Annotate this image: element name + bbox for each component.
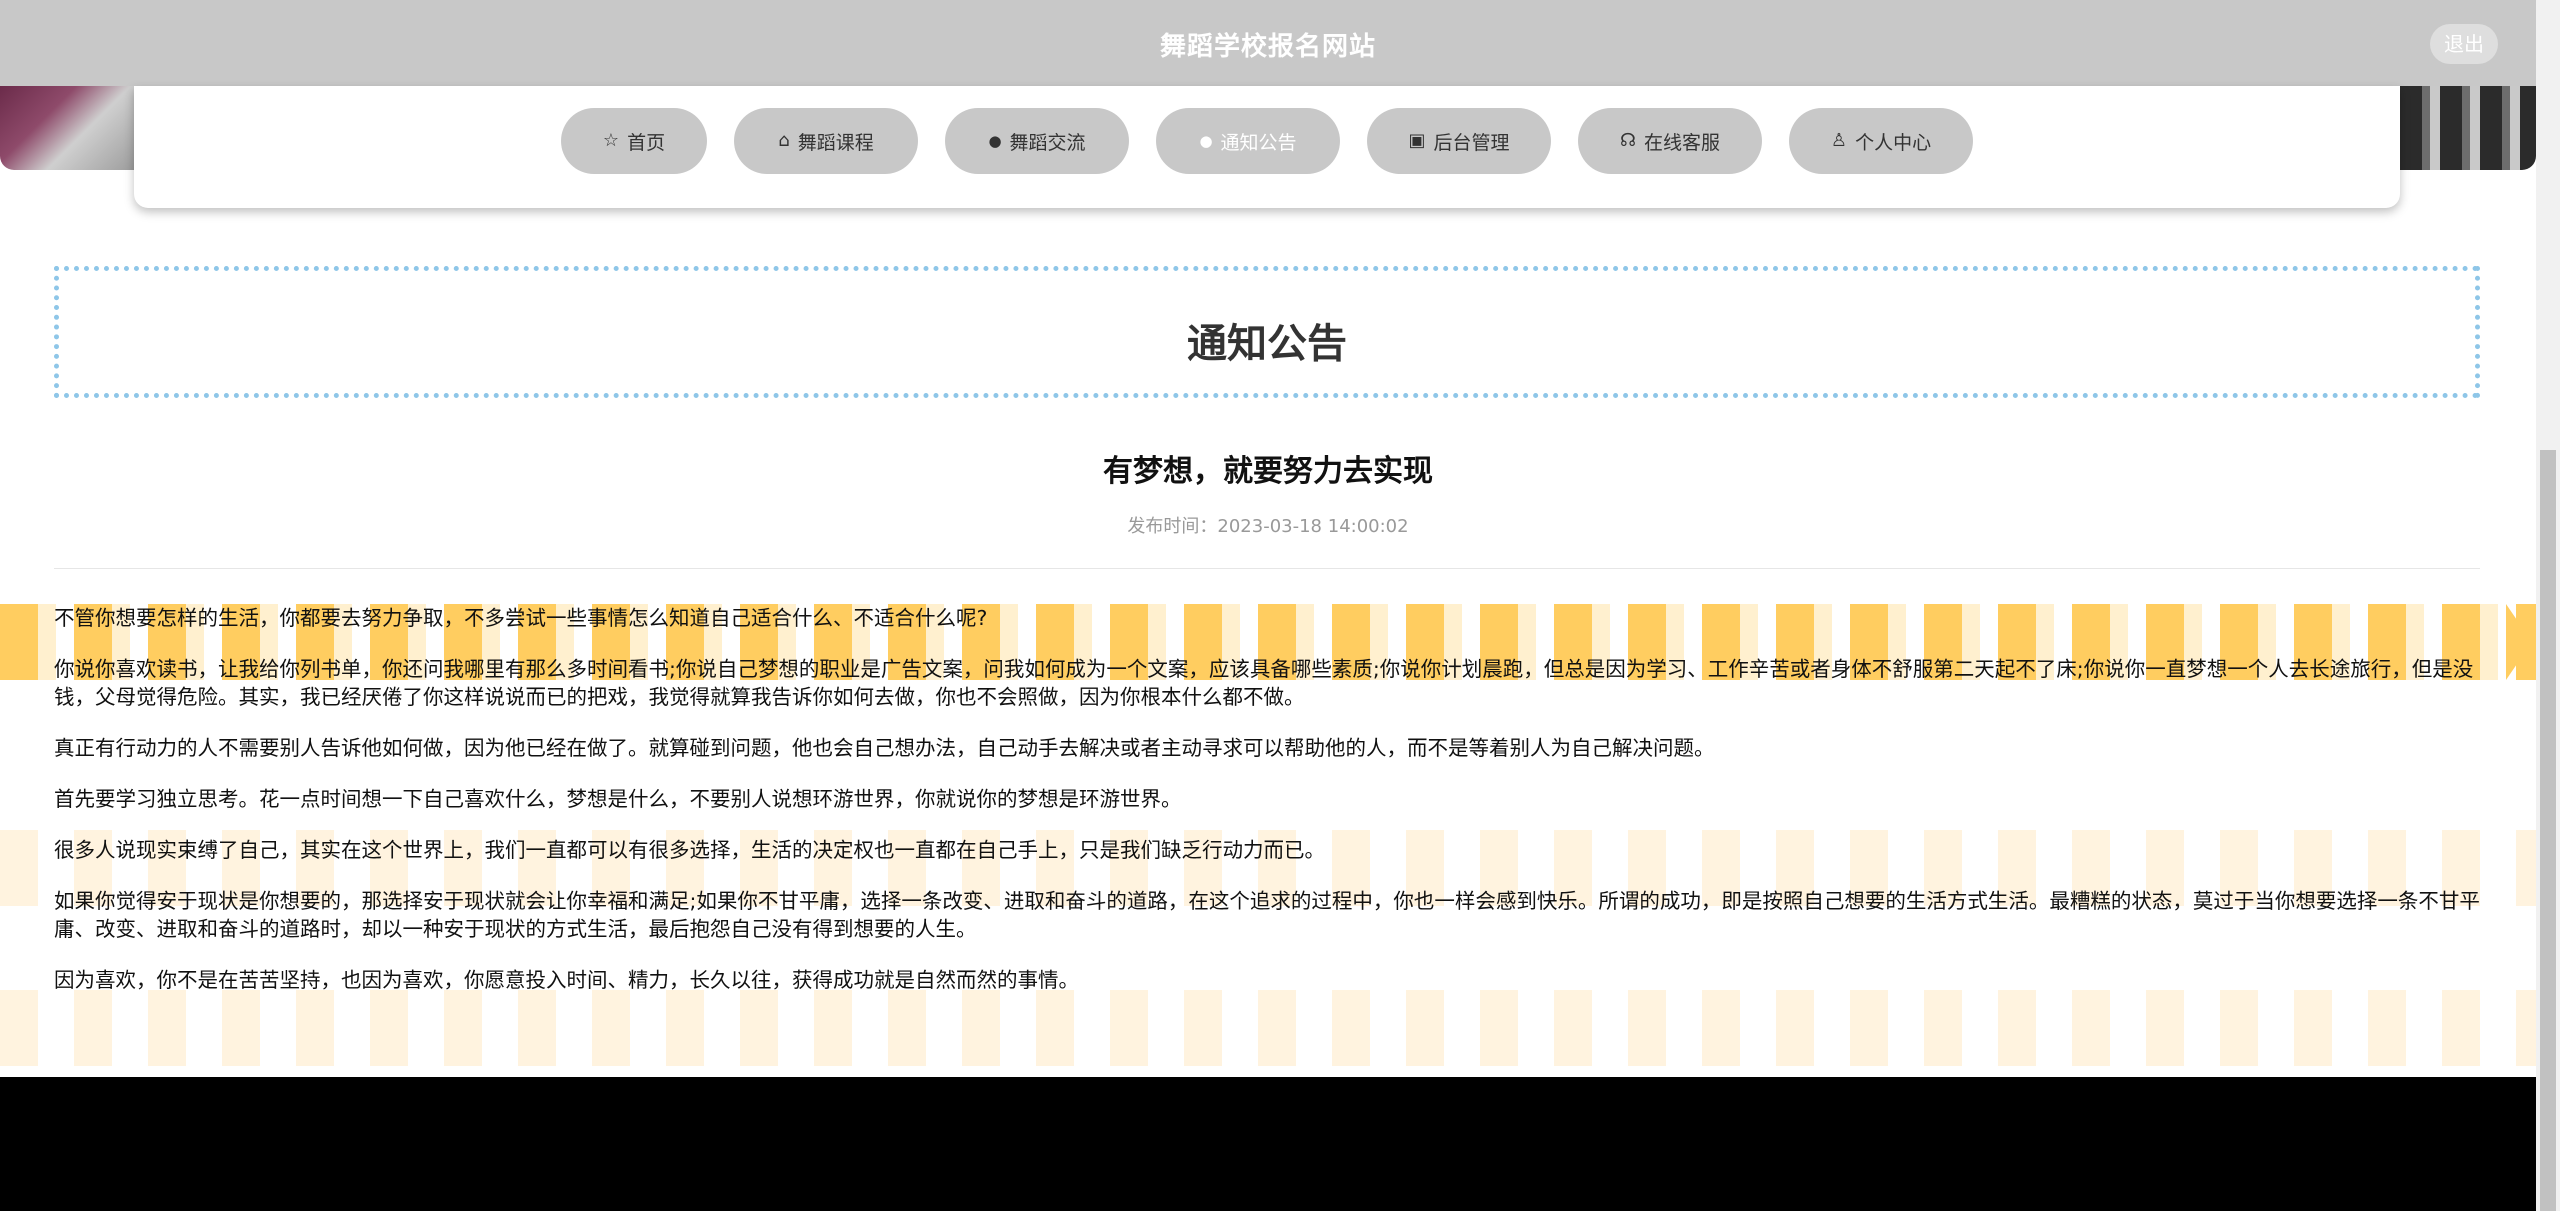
nav-item-label: 在线客服 bbox=[1643, 131, 1720, 154]
main-nav: ☆ 首页 ⌂ 舞蹈课程 ● 舞蹈交流 ● 通知公告 ▣ 后台管理 ☊ 在线客服 … bbox=[134, 108, 2400, 174]
page-heading-box: 通知公告 bbox=[54, 266, 2480, 398]
banner-image-right bbox=[2400, 86, 2536, 170]
top-bar: 舞蹈学校报名网站 退出 bbox=[0, 0, 2536, 87]
article-paragraph: 很多人说现实束缚了自己，其实在这个世界上，我们一直都可以有很多选择，生活的决定权… bbox=[54, 838, 1325, 862]
banner-image-left bbox=[0, 86, 134, 170]
page-footer-blank bbox=[0, 1077, 2536, 1211]
info-circle-icon: ● bbox=[988, 131, 1002, 150]
article-body: 不管你想要怎样的生活，你都要去努力争取，不多尝试一些事情怎么知道自己适合什么、不… bbox=[54, 604, 2480, 1017]
logout-button[interactable]: 退出 bbox=[2430, 24, 2498, 64]
nav-item-label: 通知公告 bbox=[1220, 131, 1297, 154]
lock-icon: ⌂ bbox=[778, 130, 790, 151]
page-title: 通知公告 bbox=[1187, 321, 1347, 367]
article-paragraph: 真正有行动力的人不需要别人告诉他如何做，因为他已经在做了。就算碰到问题，他也会自… bbox=[54, 736, 1715, 760]
article-paragraph: 因为喜欢，你不是在苦苦坚持，也因为喜欢，你愿意投入时间、精力，长久以往，获得成功… bbox=[54, 968, 1079, 992]
divider bbox=[54, 568, 2480, 569]
nav-item-home[interactable]: ☆ 首页 bbox=[561, 108, 707, 174]
nav-item-label: 首页 bbox=[627, 131, 666, 154]
headset-icon: ☊ bbox=[1619, 130, 1636, 151]
article-paragraph: 首先要学习独立思考。花一点时间想一下自己喜欢什么，梦想是什么，不要别人说想环游世… bbox=[54, 787, 1182, 811]
nav-item-label: 舞蹈交流 bbox=[1009, 131, 1086, 154]
user-icon: ♙ bbox=[1830, 130, 1848, 151]
nav-item-profile[interactable]: ♙ 个人中心 bbox=[1789, 108, 1973, 174]
article-paragraph: 如果你觉得安于现状是你想要的，那选择安于现状就会让你幸福和满足;如果你不甘平庸，… bbox=[54, 889, 2480, 941]
question-circle-icon: ● bbox=[1199, 131, 1213, 150]
nav-item-dance-forum[interactable]: ● 舞蹈交流 bbox=[945, 108, 1129, 174]
nav-item-label: 个人中心 bbox=[1855, 131, 1932, 154]
site-title: 舞蹈学校报名网站 bbox=[1159, 32, 1376, 62]
article-meta: 发布时间：2023-03-18 14:00:02 bbox=[0, 512, 2536, 538]
publish-time-label: 发布时间： bbox=[1127, 516, 1218, 537]
nav-item-admin[interactable]: ▣ 后台管理 bbox=[1367, 108, 1551, 174]
star-icon: ☆ bbox=[602, 130, 620, 151]
nav-item-label: 舞蹈课程 bbox=[797, 131, 874, 154]
article-title: 有梦想，就要努力去实现 bbox=[1103, 454, 1433, 489]
publish-time-value: 2023-03-18 14:00:02 bbox=[1217, 516, 1409, 537]
nav-item-announcements[interactable]: ● 通知公告 bbox=[1156, 108, 1340, 174]
article-paragraph: 你说你喜欢读书，让我给你列书单，你还问我哪里有那么多时间看书;你说自己梦想的职业… bbox=[54, 657, 2474, 709]
vertical-scrollbar[interactable] bbox=[2536, 0, 2560, 1211]
nav-card: ☆ 首页 ⌂ 舞蹈课程 ● 舞蹈交流 ● 通知公告 ▣ 后台管理 ☊ 在线客服 … bbox=[134, 86, 2400, 208]
article-paragraph: 不管你想要怎样的生活，你都要去努力争取，不多尝试一些事情怎么知道自己适合什么、不… bbox=[54, 606, 988, 630]
nav-item-dance-courses[interactable]: ⌂ 舞蹈课程 bbox=[734, 108, 918, 174]
nav-item-label: 后台管理 bbox=[1433, 131, 1510, 154]
briefcase-icon: ▣ bbox=[1408, 130, 1426, 151]
chevron-arrow-tip bbox=[2506, 604, 2532, 680]
scrollbar-thumb[interactable] bbox=[2540, 450, 2556, 1211]
nav-item-online-support[interactable]: ☊ 在线客服 bbox=[1578, 108, 1762, 174]
